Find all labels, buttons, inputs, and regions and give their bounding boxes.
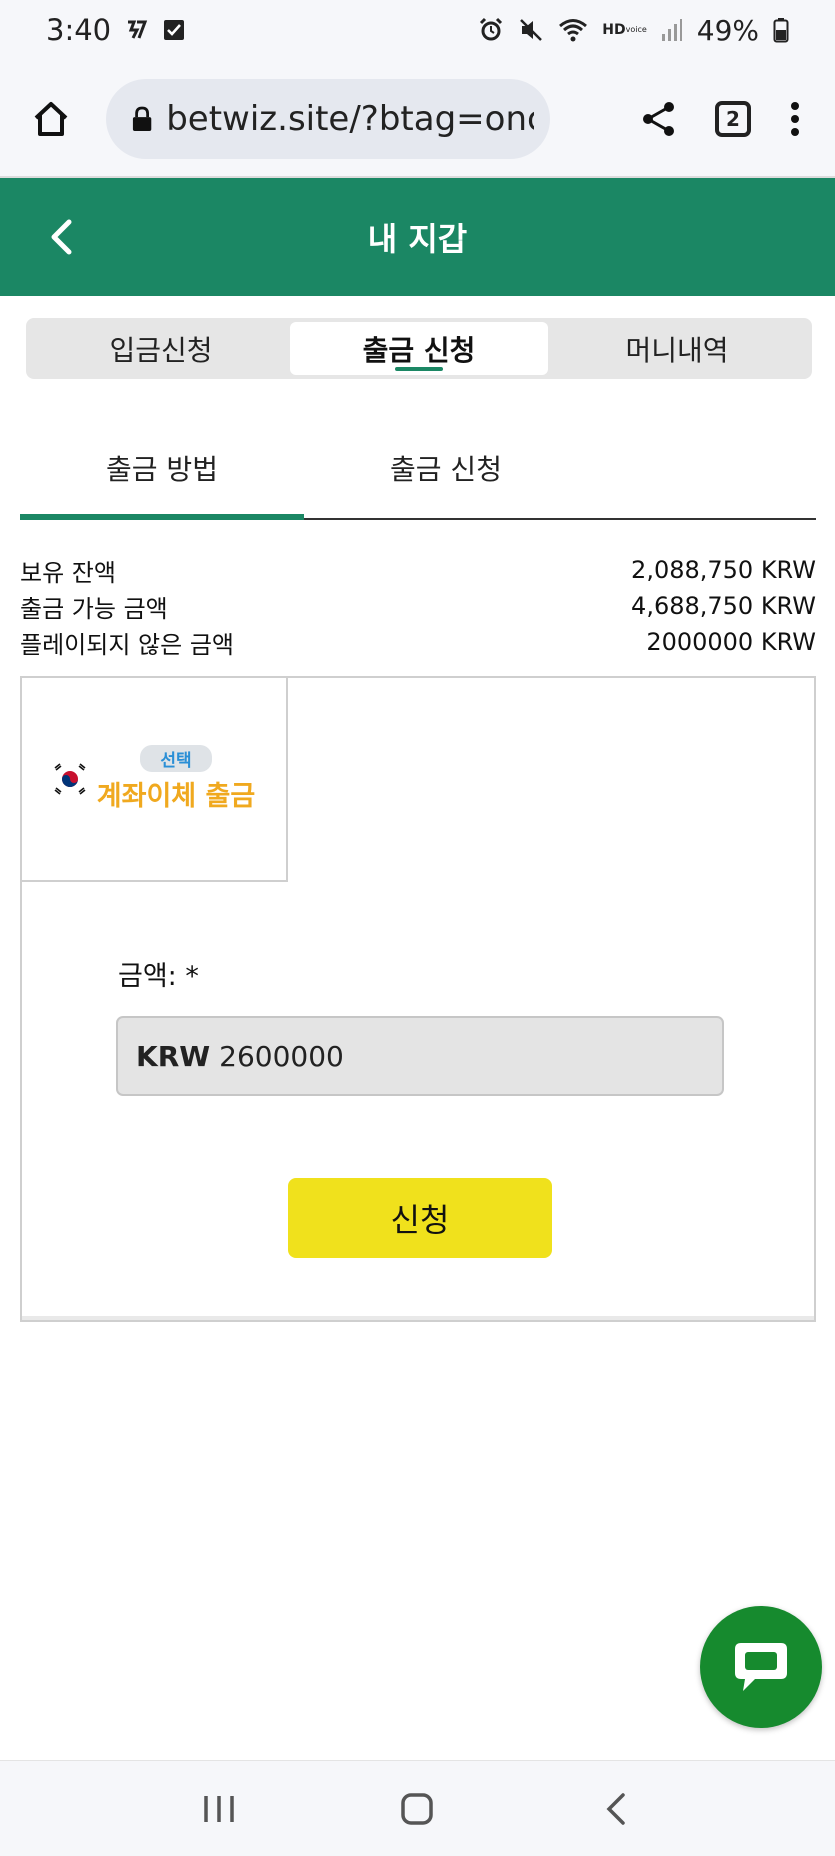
share-icon (643, 102, 674, 136)
toolbar-actions: 2 (641, 100, 801, 138)
checkbox-notification-icon (163, 19, 185, 41)
tab-money-history-label: 머니내역 (625, 333, 729, 367)
home-nav-button[interactable] (387, 1779, 447, 1839)
withdraw-sub-tabs: 출금 방법 출금 신청 (20, 418, 816, 520)
page-title: 내 지갑 (367, 220, 468, 258)
sub-tab-withdraw-method-label: 출금 방법 (106, 453, 218, 486)
battery-percent: 49% (696, 13, 759, 47)
page: 3:40 HD voice 49% betwiz.site/?btag=onca… (0, 0, 835, 1856)
back-nav-icon (606, 1792, 625, 1825)
korea-flag-icon (54, 763, 86, 795)
mute-icon (518, 17, 544, 43)
wallet-tabs: 입금신청 출금 신청 머니내역 (26, 318, 812, 379)
home-button[interactable] (28, 96, 74, 142)
balance-row-holding: 보유 잔액 2,088,750 KRW (20, 552, 816, 588)
back-nav-button[interactable] (586, 1779, 646, 1839)
address-bar[interactable]: betwiz.site/?btag=onca (106, 79, 550, 159)
balance-value: 2000000 KRW (646, 628, 816, 656)
method-tile-text: 선택 계좌이체 출금 (97, 745, 255, 813)
submit-button[interactable]: 신청 (288, 1178, 552, 1258)
method-badge: 선택 (140, 745, 212, 772)
back-button[interactable] (38, 214, 84, 260)
status-time: 3:40 (46, 13, 112, 47)
url-text: betwiz.site/?btag=onca (166, 99, 534, 139)
tab-withdraw[interactable]: 출금 신청 (290, 322, 548, 375)
home-nav-icon (401, 1792, 434, 1825)
system-nav-bar (0, 1760, 835, 1856)
status-left: 3:40 (46, 13, 185, 47)
tab-money-history[interactable]: 머니내역 (548, 322, 806, 375)
amount-currency: KRW (136, 1039, 211, 1073)
balance-list: 보유 잔액 2,088,750 KRW 출금 가능 금액 4,688,750 K… (20, 552, 816, 660)
balance-row-withdrawable: 출금 가능 금액 4,688,750 KRW (20, 588, 816, 624)
recent-apps-button[interactable] (189, 1779, 249, 1839)
recent-apps-icon (204, 1795, 234, 1822)
hd-label: HD (602, 22, 626, 38)
hd-voice-icon: HD voice (602, 22, 647, 38)
sub-tab-withdraw-method[interactable]: 출금 방법 (20, 418, 304, 520)
method-bank-transfer[interactable]: 선택 계좌이체 출금 (22, 678, 288, 882)
share-button[interactable] (641, 100, 677, 138)
balance-label: 출금 가능 금액 (20, 594, 168, 623)
chat-button[interactable] (700, 1606, 822, 1728)
sub-tab-withdraw-request-label: 출금 신청 (390, 453, 502, 486)
signal-icon (661, 18, 683, 42)
vpn-key-icon (125, 18, 149, 42)
battery-icon (773, 17, 789, 43)
voice-label: voice (625, 25, 647, 34)
tab-withdraw-label: 출금 신청 (362, 333, 476, 367)
home-icon (34, 102, 68, 136)
sub-tab-withdraw-request[interactable]: 출금 신청 (304, 418, 588, 518)
balance-label: 보유 잔액 (20, 558, 116, 587)
alarm-icon (478, 17, 504, 43)
tab-deposit[interactable]: 입금신청 (32, 322, 290, 375)
balance-value: 2,088,750 KRW (631, 556, 816, 584)
browser-toolbar: betwiz.site/?btag=onca 2 (0, 60, 835, 178)
amount-input[interactable]: KRW 2600000 (116, 1016, 724, 1096)
browser-menu-button[interactable] (789, 101, 801, 137)
active-tab-indicator (395, 367, 443, 371)
balance-value: 4,688,750 KRW (631, 592, 816, 620)
chat-bubble-icon (735, 1643, 787, 1691)
balance-label: 플레이되지 않은 금액 (20, 630, 234, 659)
status-right: HD voice 49% (478, 14, 789, 47)
more-vert-icon (791, 102, 799, 136)
amount-value: 2600000 (219, 1039, 344, 1073)
wifi-icon (558, 17, 588, 43)
tab-switcher-button[interactable]: 2 (715, 101, 751, 137)
tab-deposit-label: 입금신청 (109, 333, 213, 367)
app-header: 내 지갑 (0, 178, 835, 296)
lock-icon (132, 106, 152, 131)
method-name: 계좌이체 출금 (96, 781, 256, 812)
balance-row-unplayed: 플레이되지 않은 금액 2000000 KRW (20, 624, 816, 660)
amount-label: 금액: * (118, 961, 199, 992)
chevron-left-icon (51, 219, 72, 255)
withdraw-method-card: 선택 계좌이체 출금 금액: * KRW 2600000 신청 (20, 676, 816, 1322)
status-bar: 3:40 HD voice 49% (0, 0, 835, 60)
